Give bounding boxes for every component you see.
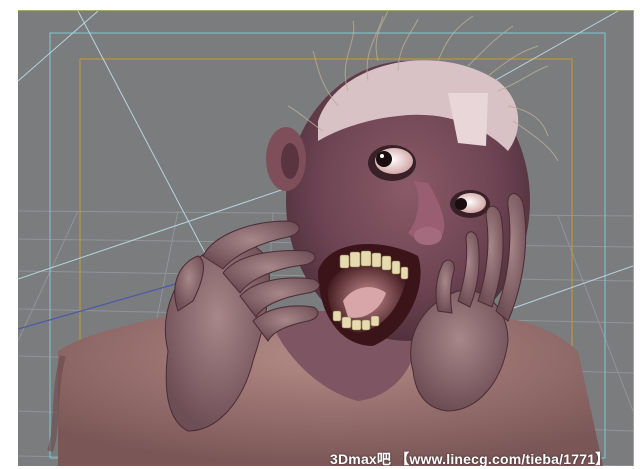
screenshot-page: 3Dmax吧 【www.linecg.com/tieba/1771】 (0, 0, 640, 469)
watermark-text: 3Dmax吧 【www.linecg.com/tieba/1771】 (330, 451, 610, 466)
viewport-scene (18, 11, 633, 466)
zombie-eye-right (450, 190, 490, 218)
3d-viewport[interactable]: 3Dmax吧 【www.linecg.com/tieba/1771】 (18, 10, 634, 466)
zombie-eye-left (368, 145, 416, 181)
